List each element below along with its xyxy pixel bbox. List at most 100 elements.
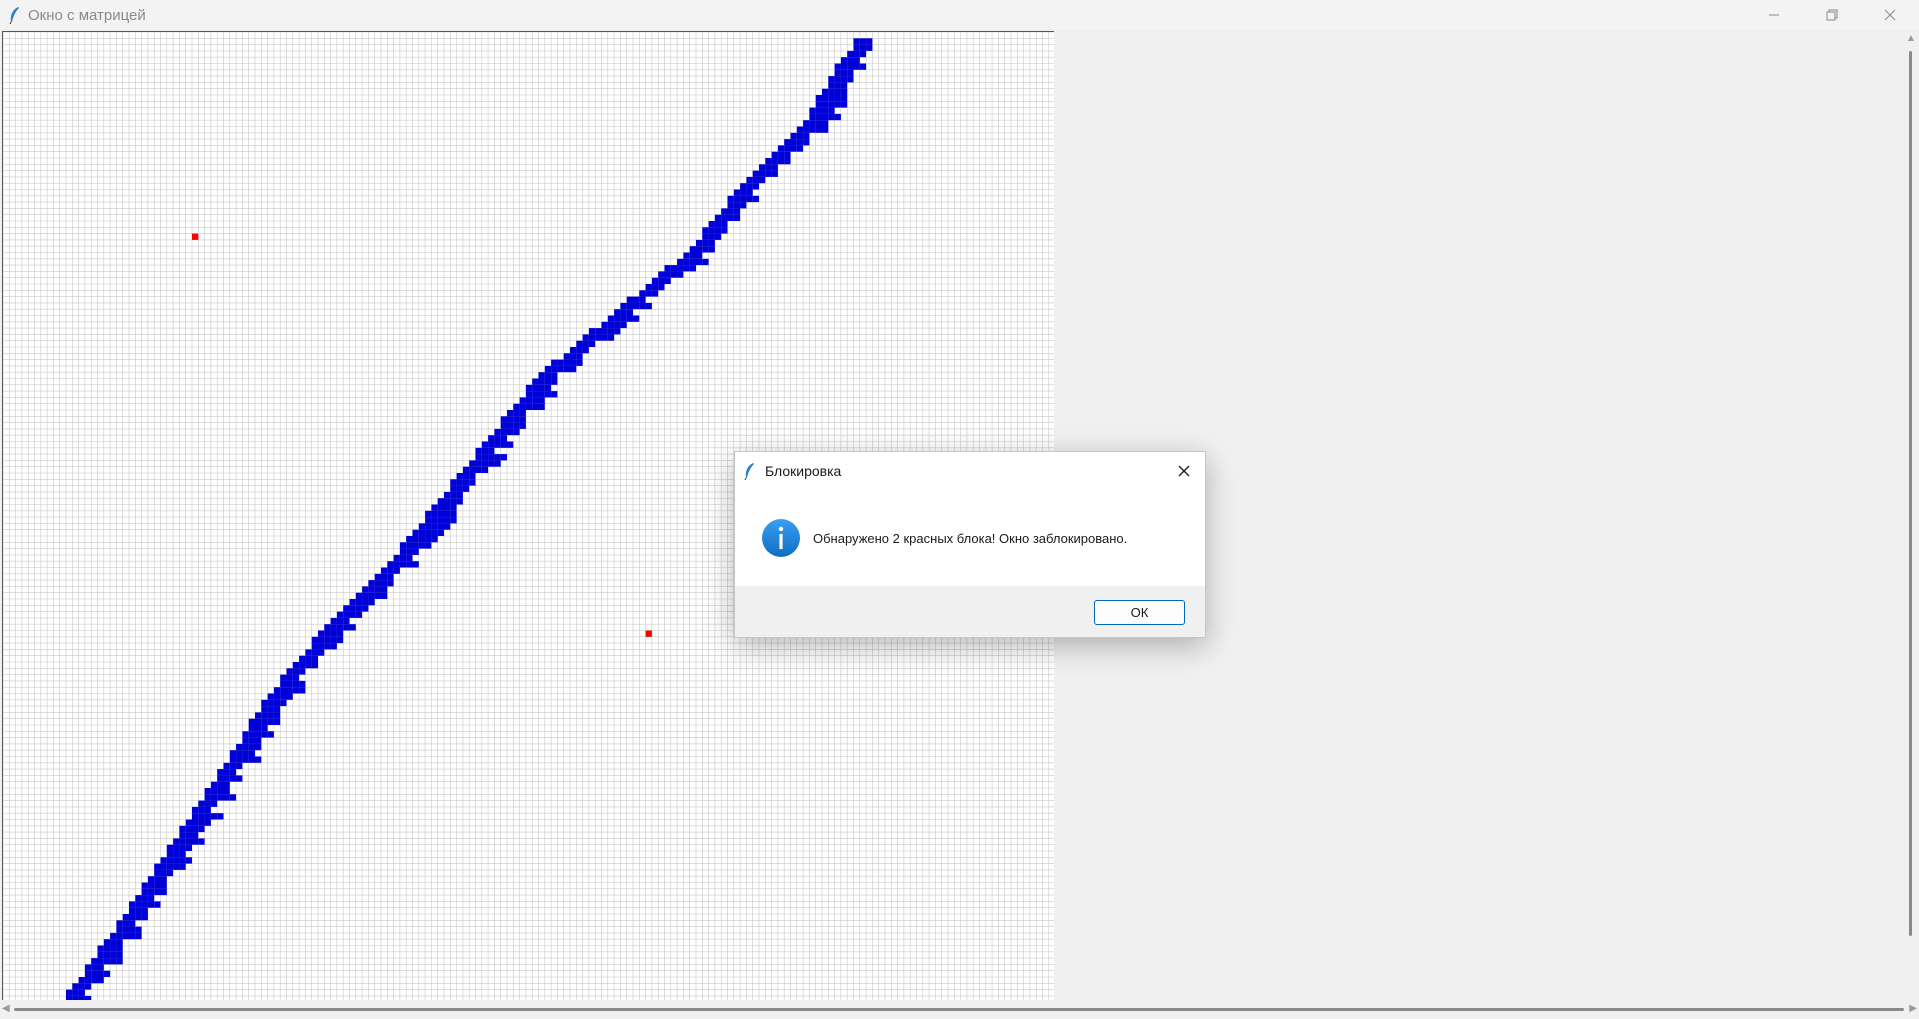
blue-cell [689,265,696,272]
close-button[interactable] [1861,0,1919,30]
blue-cell [173,851,180,858]
blue-cell [815,126,822,133]
blue-cell [261,699,268,707]
blue-cell [280,693,287,700]
blue-cell [708,221,715,228]
blue-cell [444,517,451,524]
blue-cell [381,573,388,581]
blue-cell [147,888,155,896]
blue-cell [689,258,696,266]
blue-cell [412,542,419,549]
blue-cell [803,139,810,146]
blue-cell [607,315,615,322]
blue-cell [815,113,822,121]
blue-cell [198,813,205,820]
blue-cell [311,662,318,669]
blue-cell [544,378,552,385]
blue-cell [141,895,148,902]
blue-cell [456,491,463,499]
blue-cell [519,410,526,417]
horizontal-scrollbar[interactable]: ◀ ▶ [0,1000,1919,1019]
blue-cell [160,888,167,896]
blue-cell [286,687,293,694]
blue-cell [324,624,331,631]
blue-cell [305,662,312,669]
blue-cell [204,788,211,795]
blue-cell [790,132,797,140]
blue-cell [551,372,558,379]
vertical-scrollbar[interactable]: ▲ [1902,31,1919,1000]
blue-cell [733,195,741,203]
blue-cell [349,611,356,618]
minimize-button[interactable] [1745,0,1803,30]
vertical-scroll-thumb[interactable] [1909,51,1912,936]
blue-cell [633,302,640,310]
blue-cell [633,315,640,322]
blue-cell [626,302,633,310]
close-icon [1178,465,1190,477]
blue-cell [727,202,734,209]
blue-cell [185,844,192,851]
blue-cell [840,63,848,70]
blue-cell [229,775,237,782]
dialog-close-button[interactable] [1171,458,1197,484]
blue-cell [267,706,274,713]
blue-cell [362,605,369,612]
blue-cell [626,296,633,303]
blue-cell [122,914,129,921]
scroll-right-icon[interactable]: ▶ [1909,1003,1917,1014]
blue-cell [620,315,627,322]
blue-cell [399,548,407,555]
blue-cell [519,403,526,410]
blue-cell [721,214,728,221]
blue-cell [299,655,306,662]
blue-cell [229,794,237,801]
blue-cell [78,989,85,996]
blue-cell [97,951,104,959]
blue-cell [330,617,337,625]
scroll-up-icon[interactable]: ▲ [1906,33,1916,44]
blue-cell [456,485,463,492]
blue-cell [381,586,388,593]
blue-cell [179,851,186,858]
blue-cell [166,851,174,858]
blue-cell [538,372,545,379]
blue-cell [273,699,281,707]
blue-cell [78,977,85,984]
blue-cell [759,164,766,171]
restore-button[interactable] [1803,0,1861,30]
blue-cell [368,580,375,587]
blue-cell [740,183,747,190]
blue-cell [525,397,533,404]
blue-cell [160,863,167,870]
horizontal-scroll-thumb[interactable] [14,1008,1904,1011]
blue-cell [355,592,363,599]
blue-cell [336,617,344,625]
blue-cell [740,195,747,203]
blue-cell [633,296,640,303]
blue-cell [311,636,318,644]
blue-cell [576,359,583,366]
blue-cell [122,932,129,940]
blue-cell [160,882,167,889]
blue-cell [828,76,835,83]
blue-cell [563,365,570,373]
blue-cell [116,926,123,933]
blue-cell [135,926,142,933]
blue-cell [292,687,300,694]
blue-cell [456,479,463,486]
ok-button[interactable]: ОК [1094,600,1185,625]
blue-cell [822,113,829,121]
blue-cell [154,863,161,870]
blue-cell [192,819,199,826]
scroll-left-icon[interactable]: ◀ [2,1003,10,1014]
blue-cell [223,788,230,795]
blue-cell [450,504,457,511]
blue-cell [696,258,703,266]
blue-cell [828,95,835,102]
blue-cell [790,139,797,146]
blue-cell [538,397,545,404]
blue-cell [759,170,766,177]
blue-cell [639,302,646,310]
blue-cell [116,932,123,940]
